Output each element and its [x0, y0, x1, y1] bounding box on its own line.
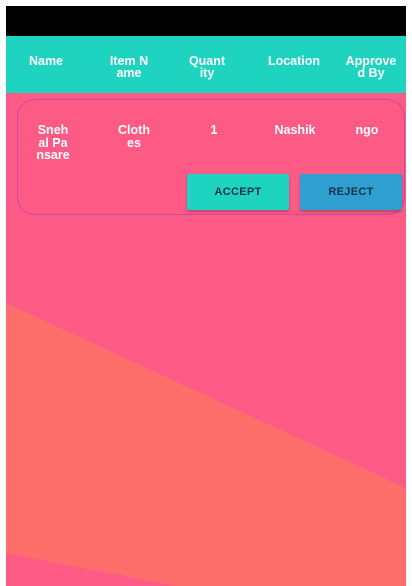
- cell-approved-by: ngo: [355, 123, 379, 137]
- header-quantity: Quantity: [188, 54, 226, 80]
- status-bar: [6, 6, 406, 36]
- header-location: Location: [267, 54, 321, 68]
- header-item-name: Item Name: [109, 54, 149, 80]
- cell-location: Nashik: [274, 123, 316, 137]
- cell-item-name: Clothes: [118, 123, 150, 150]
- cell-name: Snehal Pansare: [36, 123, 70, 162]
- reject-button[interactable]: REJECT: [300, 174, 402, 210]
- request-list[interactable]: Snehal Pansare Clothes 1 Nashik ngo ACCE…: [6, 93, 406, 586]
- header-approved-by: Approved By: [345, 54, 397, 80]
- app-screen: Name Item Name Quantity Location Approve…: [6, 6, 406, 586]
- header-name: Name: [28, 54, 64, 68]
- cell-quantity: 1: [210, 123, 218, 137]
- table-header: Name Item Name Quantity Location Approve…: [6, 36, 406, 93]
- accept-button[interactable]: ACCEPT: [187, 174, 289, 210]
